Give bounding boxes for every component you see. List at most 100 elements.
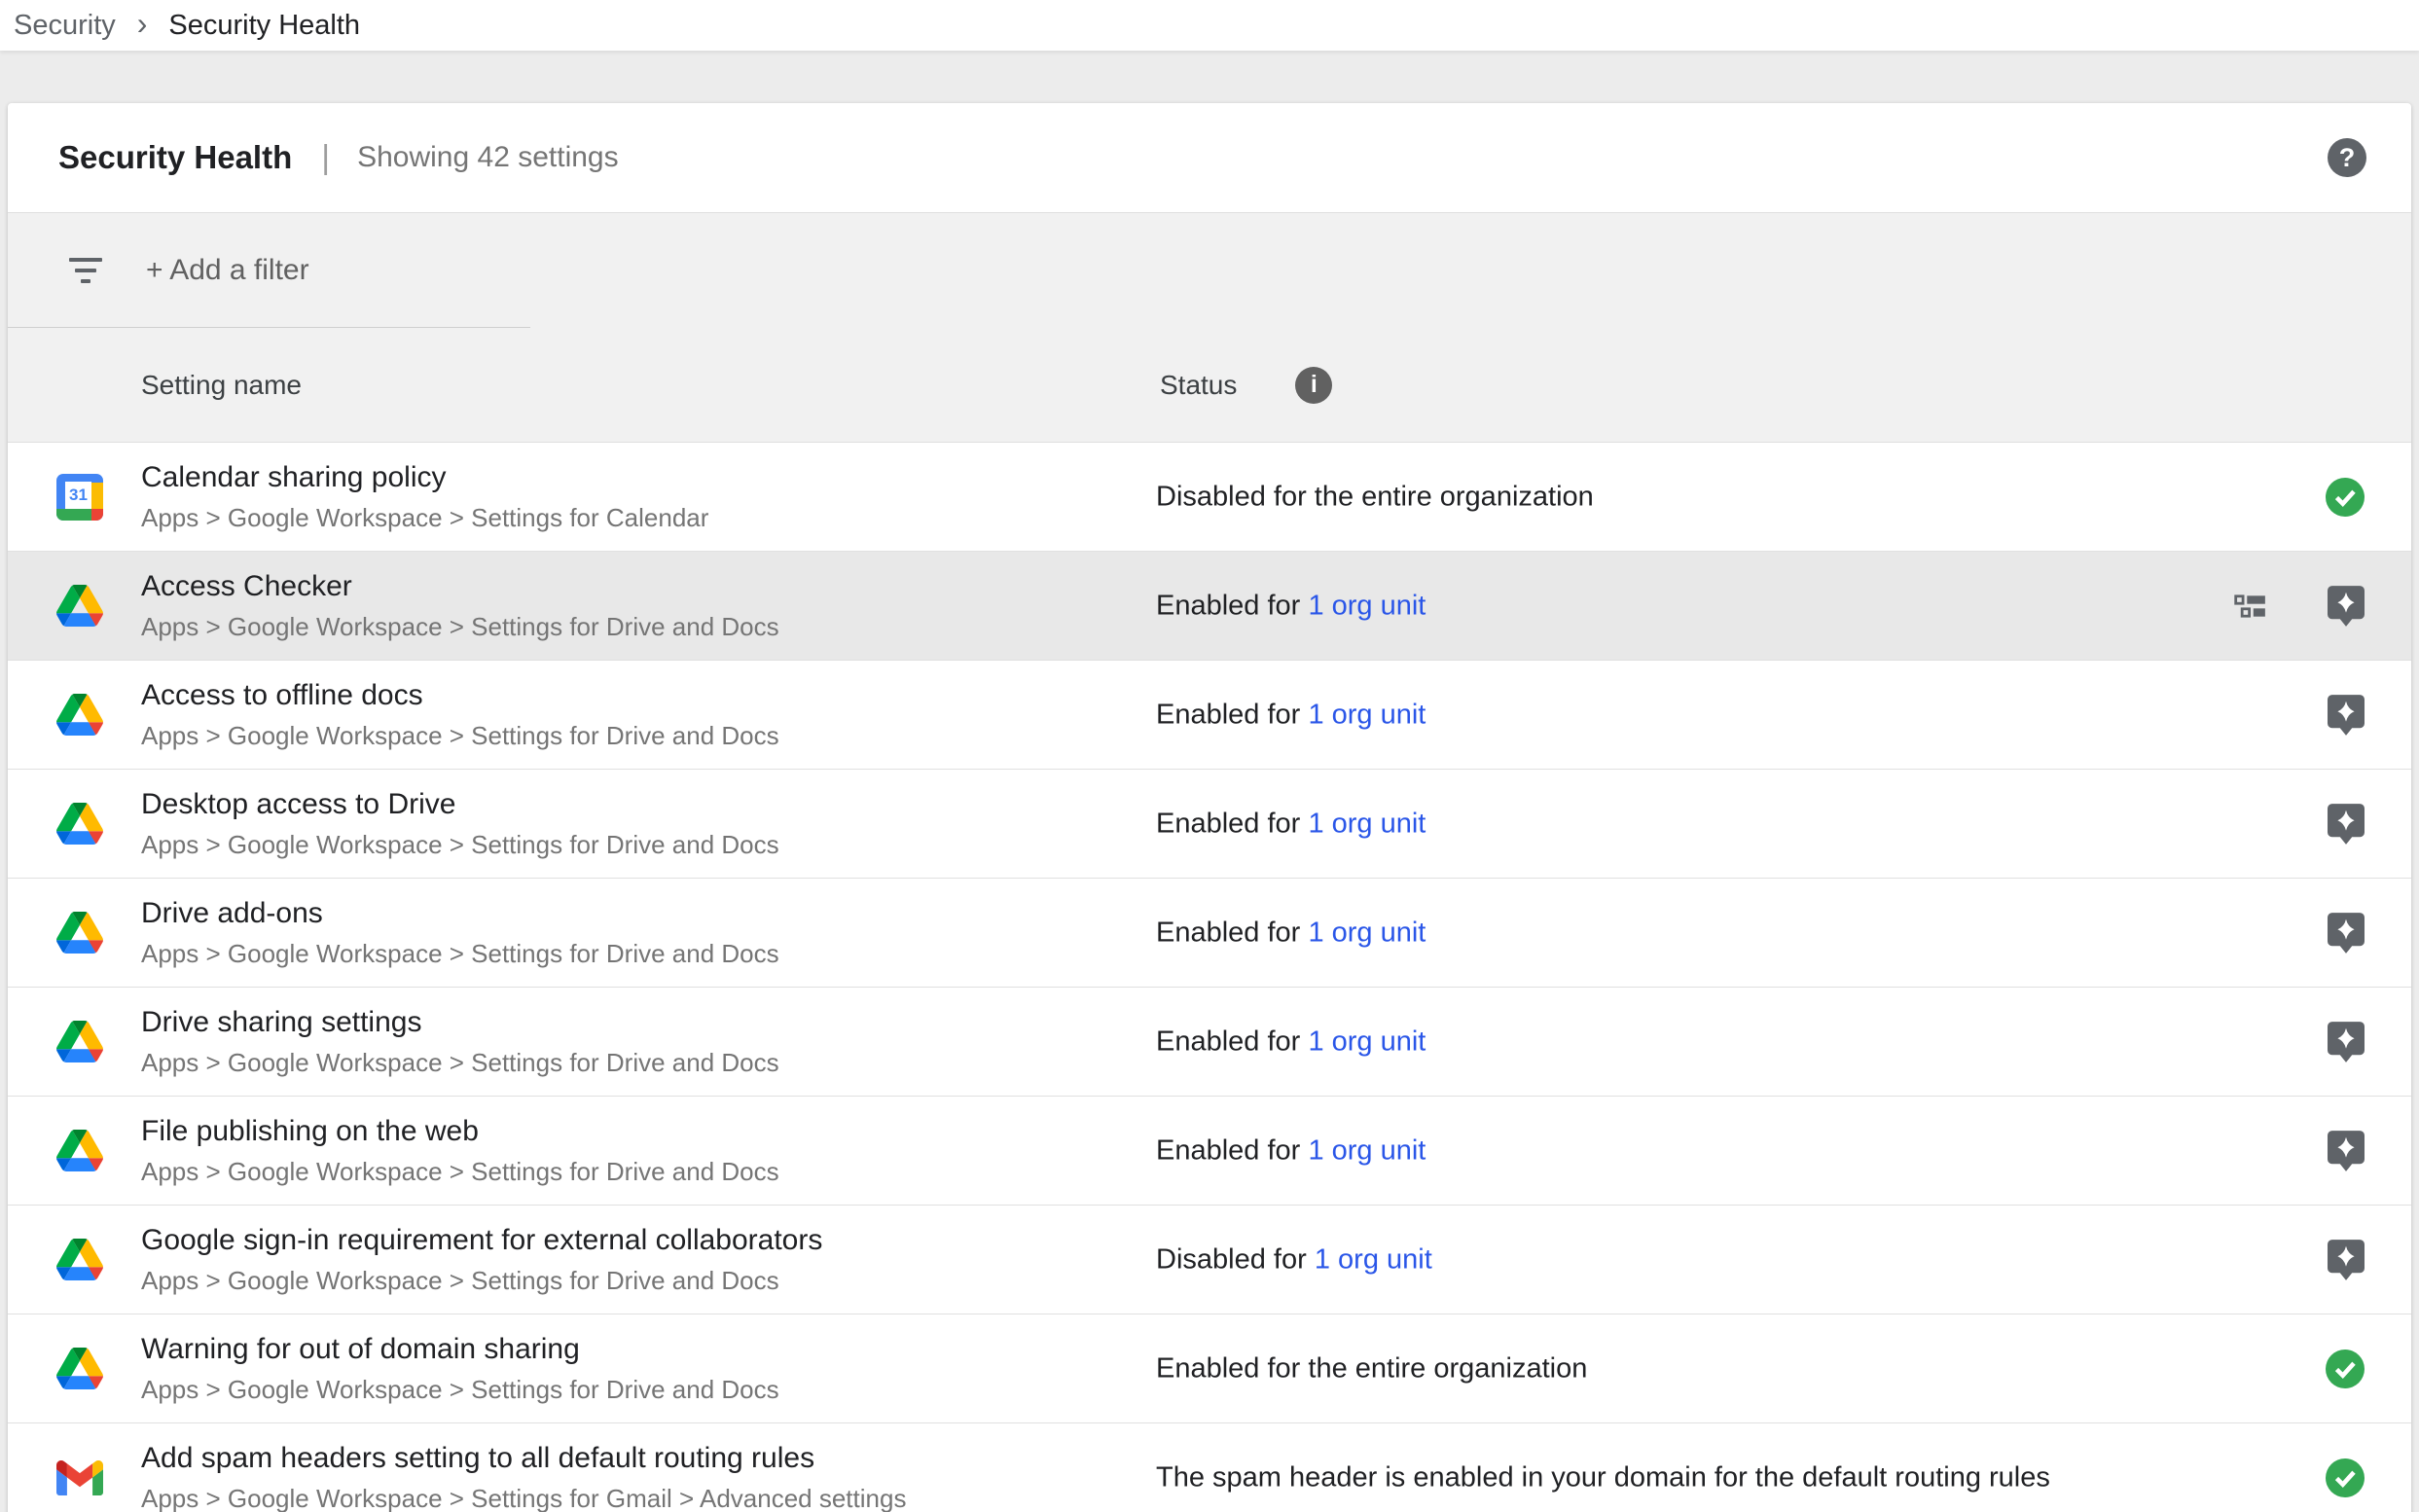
drive-icon: [56, 1237, 103, 1283]
page-title: Security Health: [58, 139, 292, 176]
table-row[interactable]: Drive sharing settings Apps > Google Work…: [8, 988, 2411, 1097]
info-icon[interactable]: i: [1295, 367, 1332, 404]
setting-path: Apps > Google Workspace > Settings for D…: [141, 1266, 822, 1296]
status-cell: Enabled for 1 org unit: [1156, 917, 1426, 949]
recommendation-badge-icon[interactable]: [2328, 1022, 2365, 1062]
org-unit-link[interactable]: 1 org unit: [1308, 1134, 1426, 1166]
table-row[interactable]: Access to offline docs Apps > Google Work…: [8, 661, 2411, 770]
table-row[interactable]: Access CheckerApps > Google Workspace > …: [8, 552, 2411, 661]
drive-icon: [56, 583, 103, 630]
setting-path: Apps > Google Workspace > Settings for D…: [141, 1048, 779, 1078]
calendar-icon: 31: [56, 474, 103, 521]
setting-name: Drive sharing settings: [141, 1006, 779, 1039]
table-row[interactable]: Warning for out of domain sharing Apps > …: [8, 1314, 2411, 1423]
status-text: Enabled for: [1156, 590, 1300, 621]
status-ok-icon: [2326, 1458, 2365, 1497]
recommendation-badge-icon[interactable]: [2328, 586, 2365, 627]
drive-icon: [56, 801, 103, 847]
setting-path: Apps > Google Workspace > Settings for D…: [141, 1375, 779, 1405]
status-ok-icon: [2326, 478, 2365, 517]
status-text: Enabled for: [1156, 917, 1300, 948]
status-text: Enabled for: [1156, 1026, 1300, 1057]
setting-path: Apps > Google Workspace > Settings for D…: [141, 830, 779, 860]
org-unit-link[interactable]: 1 org unit: [1308, 699, 1426, 730]
breadcrumb-security[interactable]: Security: [14, 10, 116, 42]
setting-name: Google sign-in requirement for external …: [141, 1224, 822, 1257]
recommendation-badge-icon[interactable]: [2328, 695, 2365, 736]
table-row[interactable]: Drive add-ons Apps > Google Workspace > S…: [8, 879, 2411, 988]
drive-icon: [56, 1128, 103, 1174]
table-row[interactable]: Google sign-in requirement for external …: [8, 1206, 2411, 1314]
status-text: The spam header is enabled in your domai…: [1156, 1461, 2050, 1493]
org-unit-link[interactable]: 1 org unit: [1308, 917, 1426, 948]
setting-name-cell: Warning for out of domain sharing Apps > …: [141, 1333, 779, 1405]
status-text: Enabled for: [1156, 699, 1300, 730]
add-filter-button[interactable]: + Add a filter: [146, 254, 309, 287]
settings-table-body: 31 Calendar sharing policy Apps > Google W…: [8, 442, 2411, 1512]
gmail-icon: [56, 1455, 103, 1501]
title-separator: |: [321, 139, 330, 177]
drive-icon: [56, 1019, 103, 1065]
setting-name-cell: Access CheckerApps > Google Workspace > …: [141, 570, 779, 642]
status-text: Enabled for the entire organization: [1156, 1352, 1587, 1384]
recommendation-badge-icon[interactable]: [2328, 804, 2365, 845]
setting-name-cell: File publishing on the webApps > Google …: [141, 1115, 779, 1187]
setting-name-cell: Google sign-in requirement for external …: [141, 1224, 822, 1296]
status-cell: Enabled for 1 org unit: [1156, 808, 1426, 840]
status-cell: Disabled for the entire organization: [1156, 481, 1594, 513]
filter-and-header-band: + Add a filter Setting name Status i: [8, 213, 2411, 442]
status-cell: Enabled for 1 org unit: [1156, 1026, 1426, 1058]
table-row[interactable]: Add spam headers setting to all default …: [8, 1423, 2411, 1512]
setting-name: Access to offline docs: [141, 679, 779, 712]
table-row[interactable]: Desktop access to DriveApps > Google Wor…: [8, 770, 2411, 879]
drive-icon: [56, 1346, 103, 1392]
status-text: Enabled for: [1156, 1134, 1300, 1166]
org-unit-link[interactable]: 1 org unit: [1308, 1026, 1426, 1057]
table-row[interactable]: File publishing on the webApps > Google …: [8, 1097, 2411, 1206]
setting-path: Apps > Google Workspace > Settings for D…: [141, 612, 779, 642]
breadcrumb: Security › Security Health: [0, 0, 2419, 51]
status-ok-icon: [2326, 1350, 2365, 1388]
filter-row: + Add a filter: [8, 213, 2411, 327]
card-header: Security Health | Showing 42 settings ?: [8, 103, 2411, 213]
setting-path: Apps > Google Workspace > Settings for G…: [141, 1484, 906, 1512]
table-header-row: Setting name Status i: [8, 328, 2411, 442]
column-header-status-wrap: Status i: [1160, 367, 1332, 404]
org-units-icon[interactable]: [2234, 594, 2267, 619]
org-unit-link[interactable]: 1 org unit: [1308, 808, 1426, 839]
recommendation-badge-icon[interactable]: [2328, 1131, 2365, 1171]
setting-name-cell: Add spam headers setting to all default …: [141, 1442, 906, 1512]
column-header-setting-name: Setting name: [141, 370, 302, 401]
help-icon[interactable]: ?: [2328, 138, 2366, 177]
breadcrumb-security-health: Security Health: [168, 10, 360, 42]
setting-path: Apps > Google Workspace > Settings for D…: [141, 939, 779, 969]
setting-name-cell: Calendar sharing policy Apps > Google Wor…: [141, 461, 708, 533]
status-text: Disabled for: [1156, 1243, 1307, 1275]
setting-path: Apps > Google Workspace > Settings for C…: [141, 503, 708, 533]
status-cell: Disabled for1 org unit: [1156, 1243, 1432, 1276]
org-unit-link[interactable]: 1 org unit: [1308, 590, 1426, 621]
status-cell: Enabled for 1 org unit: [1156, 590, 1426, 622]
setting-path: Apps > Google Workspace > Settings for D…: [141, 721, 779, 751]
setting-name-cell: Desktop access to DriveApps > Google Wor…: [141, 788, 779, 860]
drive-icon: [56, 910, 103, 956]
status-text: Enabled for: [1156, 808, 1300, 839]
recommendation-badge-icon[interactable]: [2328, 913, 2365, 954]
status-cell: Enabled for the entire organization: [1156, 1352, 1587, 1385]
drive-icon: [56, 692, 103, 738]
filter-icon[interactable]: [68, 258, 103, 283]
setting-name: Drive add-ons: [141, 897, 779, 930]
settings-count: Showing 42 settings: [357, 141, 619, 174]
column-header-status: Status: [1160, 370, 1237, 401]
table-row[interactable]: 31 Calendar sharing policy Apps > Google W…: [8, 443, 2411, 552]
org-unit-link[interactable]: 1 org unit: [1315, 1243, 1432, 1275]
setting-name: Warning for out of domain sharing: [141, 1333, 779, 1366]
setting-name: Add spam headers setting to all default …: [141, 1442, 906, 1475]
recommendation-badge-icon[interactable]: [2328, 1240, 2365, 1280]
status-cell: Enabled for 1 org unit: [1156, 699, 1426, 731]
chevron-right-icon: ›: [137, 6, 148, 42]
setting-name: Calendar sharing policy: [141, 461, 708, 494]
setting-name-cell: Access to offline docs Apps > Google Work…: [141, 679, 779, 751]
status-text: Disabled for the entire organization: [1156, 481, 1594, 512]
setting-name: File publishing on the web: [141, 1115, 779, 1148]
